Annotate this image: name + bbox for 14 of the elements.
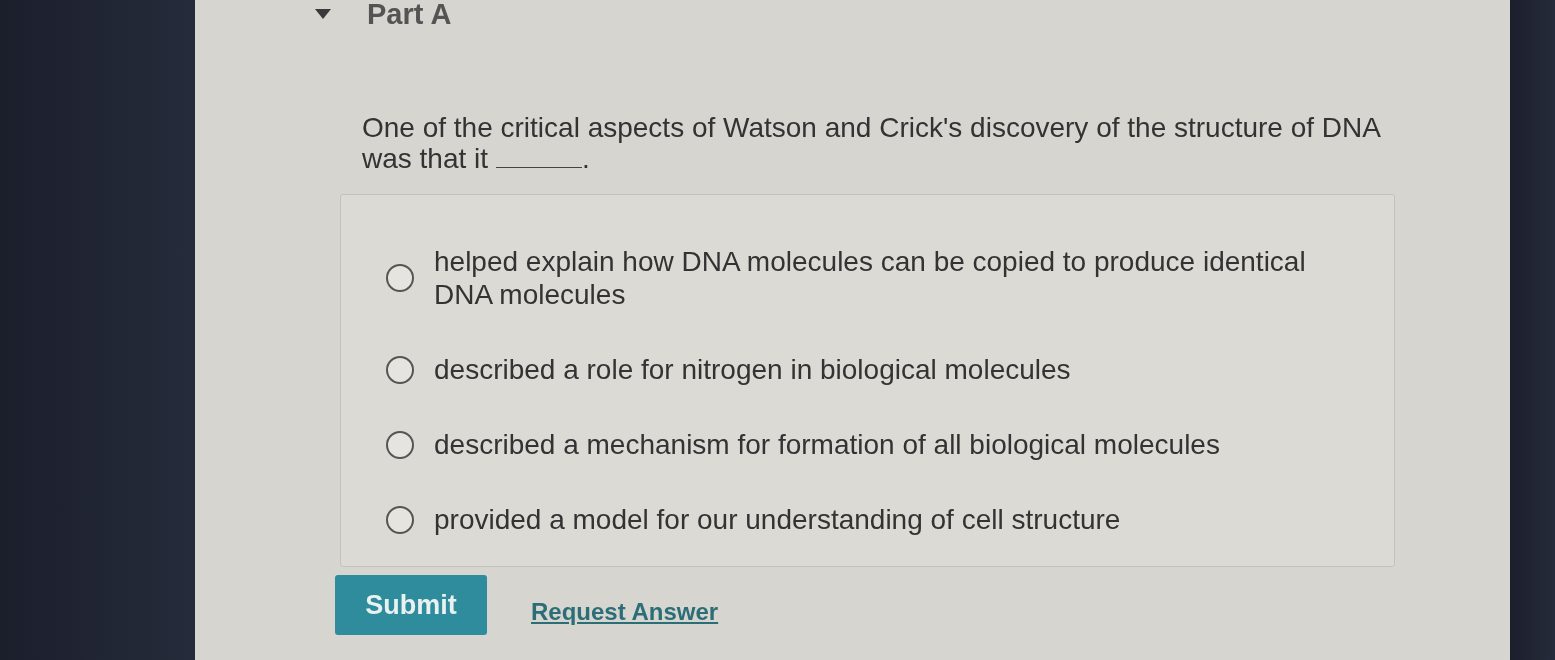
question-text: One of the critical aspects of Watson and Crick's discovery of the structure of DNA (362, 112, 1381, 143)
option-text[interactable]: described a mechanism for formation of all biological molecules (434, 428, 1220, 461)
question-text: was that it (362, 143, 489, 174)
part-title: Part A (367, 0, 452, 28)
request-answer-link[interactable]: Request Answer (531, 598, 719, 626)
radio-button[interactable] (386, 430, 414, 459)
option-text[interactable]: helped explain how DNA molecules can be copied to produce identical DNA molecules (434, 245, 1334, 311)
caret-icon[interactable] (315, 9, 331, 19)
radio-button[interactable] (386, 264, 414, 292)
option-text[interactable]: described a role for nitrogen in biological molecules (434, 353, 1071, 386)
option-text[interactable]: provided a model for our understanding of cell structure (434, 503, 1121, 536)
radio-button[interactable] (386, 355, 414, 384)
question-period: . (582, 143, 590, 174)
radio-button[interactable] (386, 505, 414, 534)
